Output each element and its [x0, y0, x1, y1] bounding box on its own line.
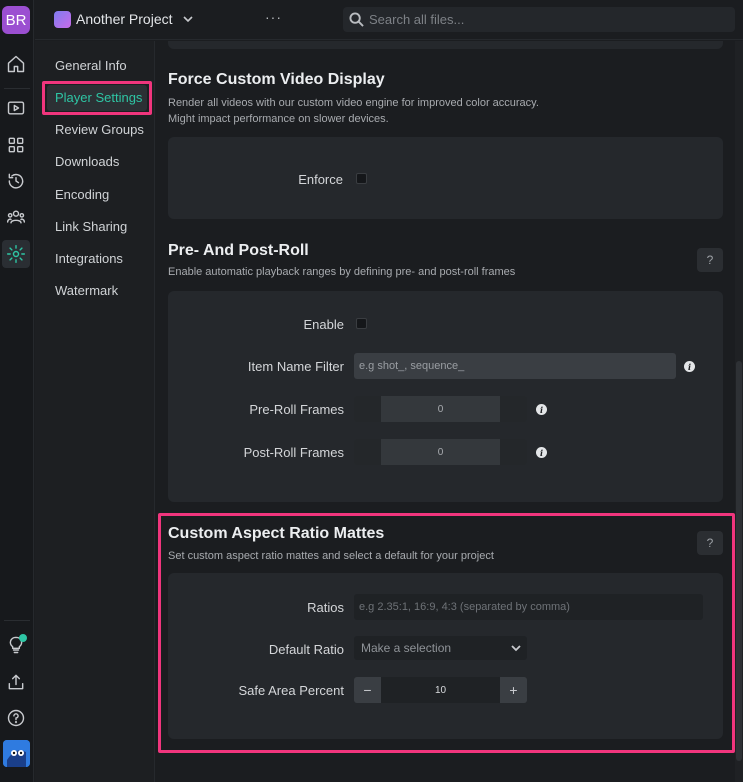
notification-dot — [19, 634, 27, 642]
grid-icon[interactable] — [4, 133, 28, 157]
settings-content: Force Custom Video Display Render all vi… — [155, 41, 743, 782]
search-bar[interactable] — [343, 7, 735, 32]
rail-divider — [4, 620, 30, 621]
help-icon[interactable] — [4, 706, 28, 730]
search-icon — [349, 12, 364, 27]
item-name-filter-label: Item Name Filter — [247, 359, 344, 374]
post-roll-stepper[interactable]: 0 — [354, 439, 527, 465]
nav-item-general-info[interactable]: General Info — [55, 58, 127, 73]
upload-icon[interactable] — [4, 670, 28, 694]
enable-label: Enable — [303, 317, 344, 332]
play-icon[interactable] — [4, 96, 28, 120]
account-avatar[interactable] — [3, 740, 30, 767]
enforce-checkbox[interactable] — [356, 173, 367, 184]
project-icon — [54, 11, 71, 28]
history-icon[interactable] — [4, 169, 28, 193]
rail-divider — [4, 88, 30, 89]
lightbulb-icon[interactable] — [4, 633, 28, 657]
nav-item-review-groups[interactable]: Review Groups — [55, 122, 144, 137]
preroll-help-button[interactable]: ? — [697, 248, 723, 272]
nav-item-watermark[interactable]: Watermark — [55, 283, 118, 298]
gear-icon[interactable] — [2, 240, 30, 268]
info-icon[interactable]: i — [536, 447, 547, 458]
increment-button[interactable] — [500, 439, 527, 465]
home-icon[interactable] — [4, 52, 28, 76]
force-video-panel: Enforce — [168, 137, 723, 219]
user-avatar[interactable]: BR — [2, 6, 30, 34]
project-name[interactable]: Another Project — [76, 11, 173, 27]
preroll-title: Pre- And Post-Roll — [168, 242, 309, 259]
force-video-description: Render all videos with our custom video … — [168, 97, 539, 109]
top-bar: Another Project ··· — [35, 0, 743, 40]
scrollbar[interactable] — [735, 41, 743, 782]
previous-panel — [168, 41, 723, 49]
decrement-button[interactable] — [354, 396, 381, 422]
decrement-button[interactable] — [354, 439, 381, 465]
increment-button[interactable] — [500, 396, 527, 422]
post-roll-value[interactable]: 0 — [381, 439, 500, 465]
app-rail: BR — [0, 0, 34, 782]
pre-roll-stepper[interactable]: 0 — [354, 396, 527, 422]
chevron-down-icon[interactable] — [182, 13, 194, 25]
info-icon[interactable]: i — [536, 404, 547, 415]
preroll-description: Enable automatic playback ranges by defi… — [168, 266, 516, 278]
nav-item-link-sharing[interactable]: Link Sharing — [55, 219, 127, 234]
nav-item-downloads[interactable]: Downloads — [55, 154, 119, 169]
force-video-title: Force Custom Video Display — [168, 71, 385, 88]
nav-item-encoding[interactable]: Encoding — [55, 187, 109, 202]
users-icon[interactable] — [4, 205, 28, 229]
settings-nav: General Info Player Settings Review Grou… — [35, 41, 155, 782]
mattes-highlight-box — [158, 513, 735, 753]
force-video-description-2: Might impact performance on slower devic… — [168, 113, 389, 125]
post-roll-label: Post-Roll Frames — [243, 445, 344, 460]
enable-checkbox[interactable] — [356, 318, 367, 329]
pre-roll-label: Pre-Roll Frames — [249, 402, 344, 417]
more-options-button[interactable]: ··· — [265, 9, 282, 25]
search-input[interactable] — [369, 7, 729, 32]
info-icon[interactable]: i — [684, 361, 695, 372]
enforce-label: Enforce — [298, 172, 343, 187]
nav-highlight-box — [42, 81, 152, 115]
item-name-filter-input[interactable] — [354, 353, 676, 379]
nav-item-integrations[interactable]: Integrations — [55, 251, 123, 266]
scrollbar-thumb[interactable] — [736, 361, 742, 761]
preroll-panel: Enable Item Name Filter i Pre-Roll Frame… — [168, 291, 723, 502]
pre-roll-value[interactable]: 0 — [381, 396, 500, 422]
